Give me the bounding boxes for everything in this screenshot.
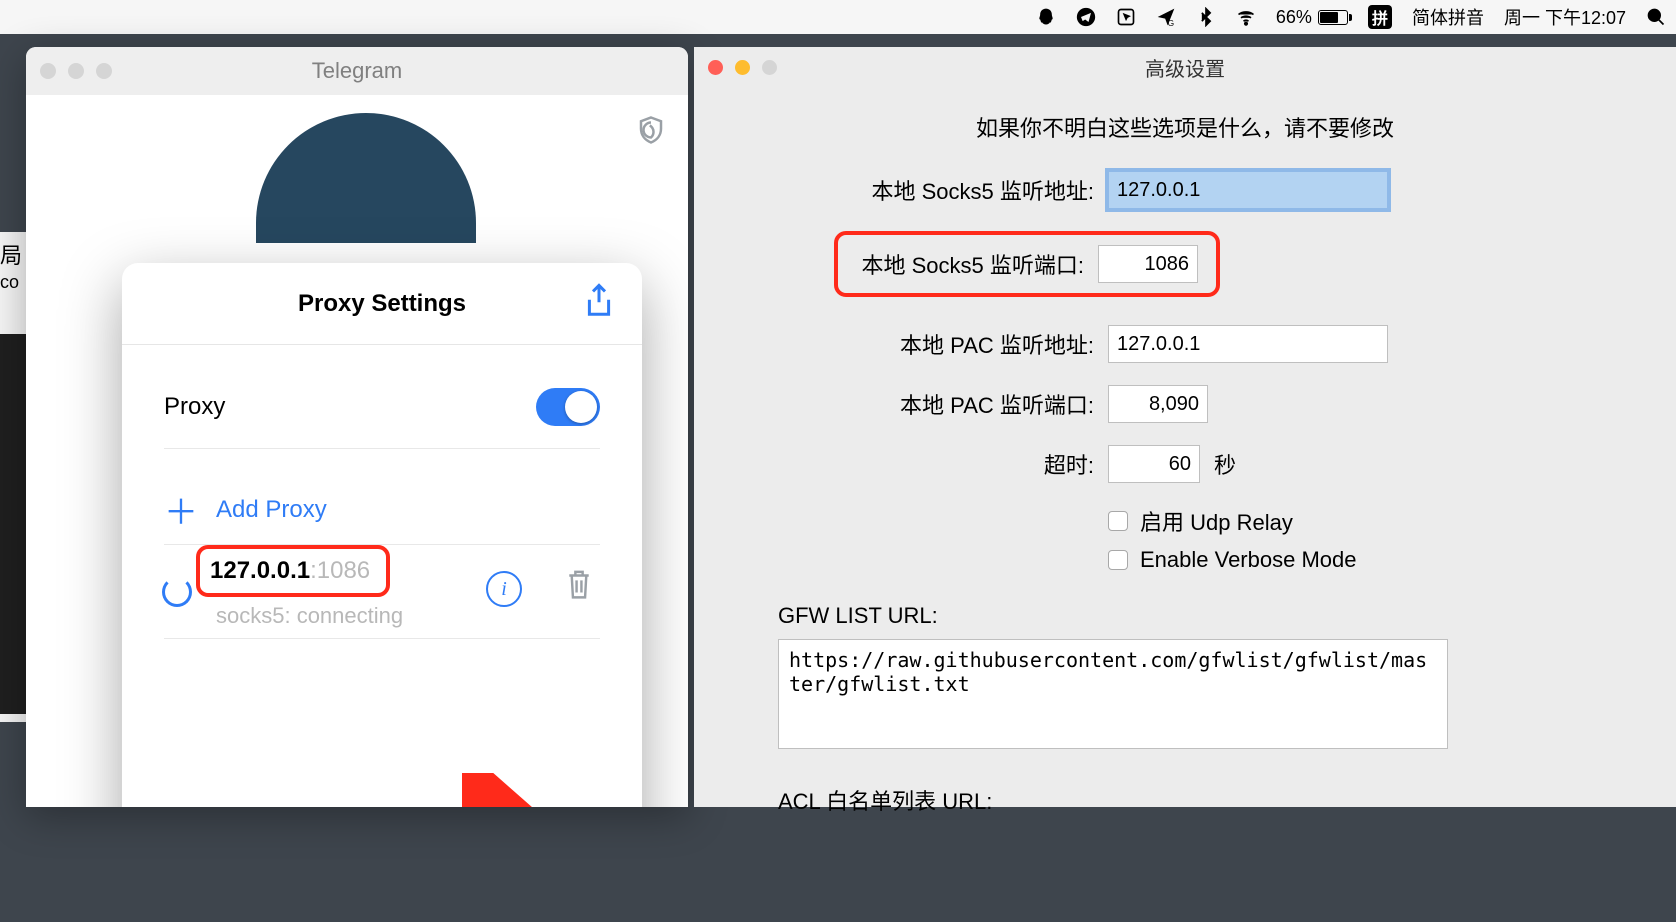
proxy-toggle[interactable] (536, 388, 600, 426)
verbose-mode-checkbox[interactable]: Enable Verbose Mode (1108, 547, 1676, 573)
telegram-title: Telegram (26, 58, 688, 84)
telegram-icon[interactable] (1076, 7, 1096, 27)
udp-relay-checkbox[interactable]: 启用 Udp Relay (1108, 505, 1676, 537)
timeout-label: 超时: (694, 448, 1094, 480)
svg-text:G: G (1168, 18, 1174, 27)
battery-status[interactable]: 66% (1276, 7, 1348, 28)
pac-addr-input[interactable] (1108, 325, 1388, 363)
delete-button[interactable] (564, 567, 594, 606)
qq-icon[interactable] (1036, 7, 1056, 27)
pac-addr-label: 本地 PAC 监听地址: (694, 328, 1094, 360)
info-button[interactable]: i (486, 571, 522, 607)
telegram-titlebar[interactable]: Telegram (26, 47, 688, 95)
bluetooth-icon[interactable] (1196, 7, 1216, 27)
socks5-addr-label: 本地 Socks5 监听地址: (694, 174, 1094, 206)
socks5-addr-input[interactable] (1108, 171, 1388, 209)
pac-port-input[interactable] (1108, 385, 1208, 423)
avatar-placeholder (256, 113, 476, 243)
sheet-title: Proxy Settings (298, 290, 466, 318)
spotlight-icon[interactable] (1646, 7, 1666, 27)
ime-name[interactable]: 简体拼音 (1412, 4, 1484, 30)
proxy-label: Proxy (164, 393, 225, 421)
socks5-port-input[interactable] (1098, 245, 1198, 283)
wifi-icon[interactable] (1236, 7, 1256, 27)
proxy-status: socks5: connecting (216, 603, 403, 629)
advanced-title: 高级设置 (694, 53, 1676, 82)
annotation-highlight: 127.0.0.1 :1086 (196, 545, 390, 597)
macos-menubar: G 66% 拼 简体拼音 周一 下午12:07 (0, 0, 1676, 34)
timeout-suffix: 秒 (1214, 448, 1236, 480)
shield-icon[interactable] (636, 115, 666, 150)
gfw-url-label: GFW LIST URL: (778, 603, 1676, 629)
add-proxy-label: Add Proxy (216, 496, 327, 524)
pac-port-label: 本地 PAC 监听端口: (694, 388, 1094, 420)
proxy-ip: 127.0.0.1 (210, 557, 310, 585)
checkbox-icon (1108, 511, 1128, 531)
proxy-settings-sheet: Proxy Settings Proxy ＋ Add Proxy 127. (122, 263, 642, 807)
advanced-titlebar[interactable]: 高级设置 (694, 47, 1676, 87)
add-proxy-button[interactable]: ＋ Add Proxy (164, 475, 600, 545)
plus-icon: ＋ (164, 485, 198, 534)
acl-url-label: ACL 白名单列表 URL: (778, 784, 1676, 816)
battery-percent: 66% (1276, 7, 1312, 28)
checkbox-icon (1108, 550, 1128, 570)
telegram-window: Telegram Proxy Settings Proxy ＋ Add (26, 47, 688, 807)
background-window-strip: 局 co (0, 232, 26, 722)
battery-icon (1318, 10, 1348, 25)
annotation-arrow (462, 773, 582, 807)
socks5-port-label: 本地 Socks5 监听端口: (838, 248, 1084, 280)
paper-plane-icon[interactable]: G (1156, 7, 1176, 27)
share-button[interactable] (584, 283, 620, 323)
warning-text: 如果你不明白这些选项是什么，请不要修改 (694, 111, 1676, 143)
gfw-url-input[interactable] (778, 639, 1448, 749)
proxy-entry[interactable]: 127.0.0.1 :1086 socks5: connecting i (164, 545, 600, 639)
annotation-highlight: 本地 Socks5 监听端口: (834, 231, 1220, 297)
clock[interactable]: 周一 下午12:07 (1504, 4, 1626, 30)
proxy-port: :1086 (310, 557, 370, 585)
timeout-input[interactable] (1108, 445, 1200, 483)
loading-spinner-icon (162, 577, 192, 607)
advanced-settings-window: 高级设置 如果你不明白这些选项是什么，请不要修改 本地 Socks5 监听地址:… (694, 47, 1676, 807)
cursor-icon[interactable] (1116, 7, 1136, 27)
ime-badge[interactable]: 拼 (1368, 5, 1392, 29)
